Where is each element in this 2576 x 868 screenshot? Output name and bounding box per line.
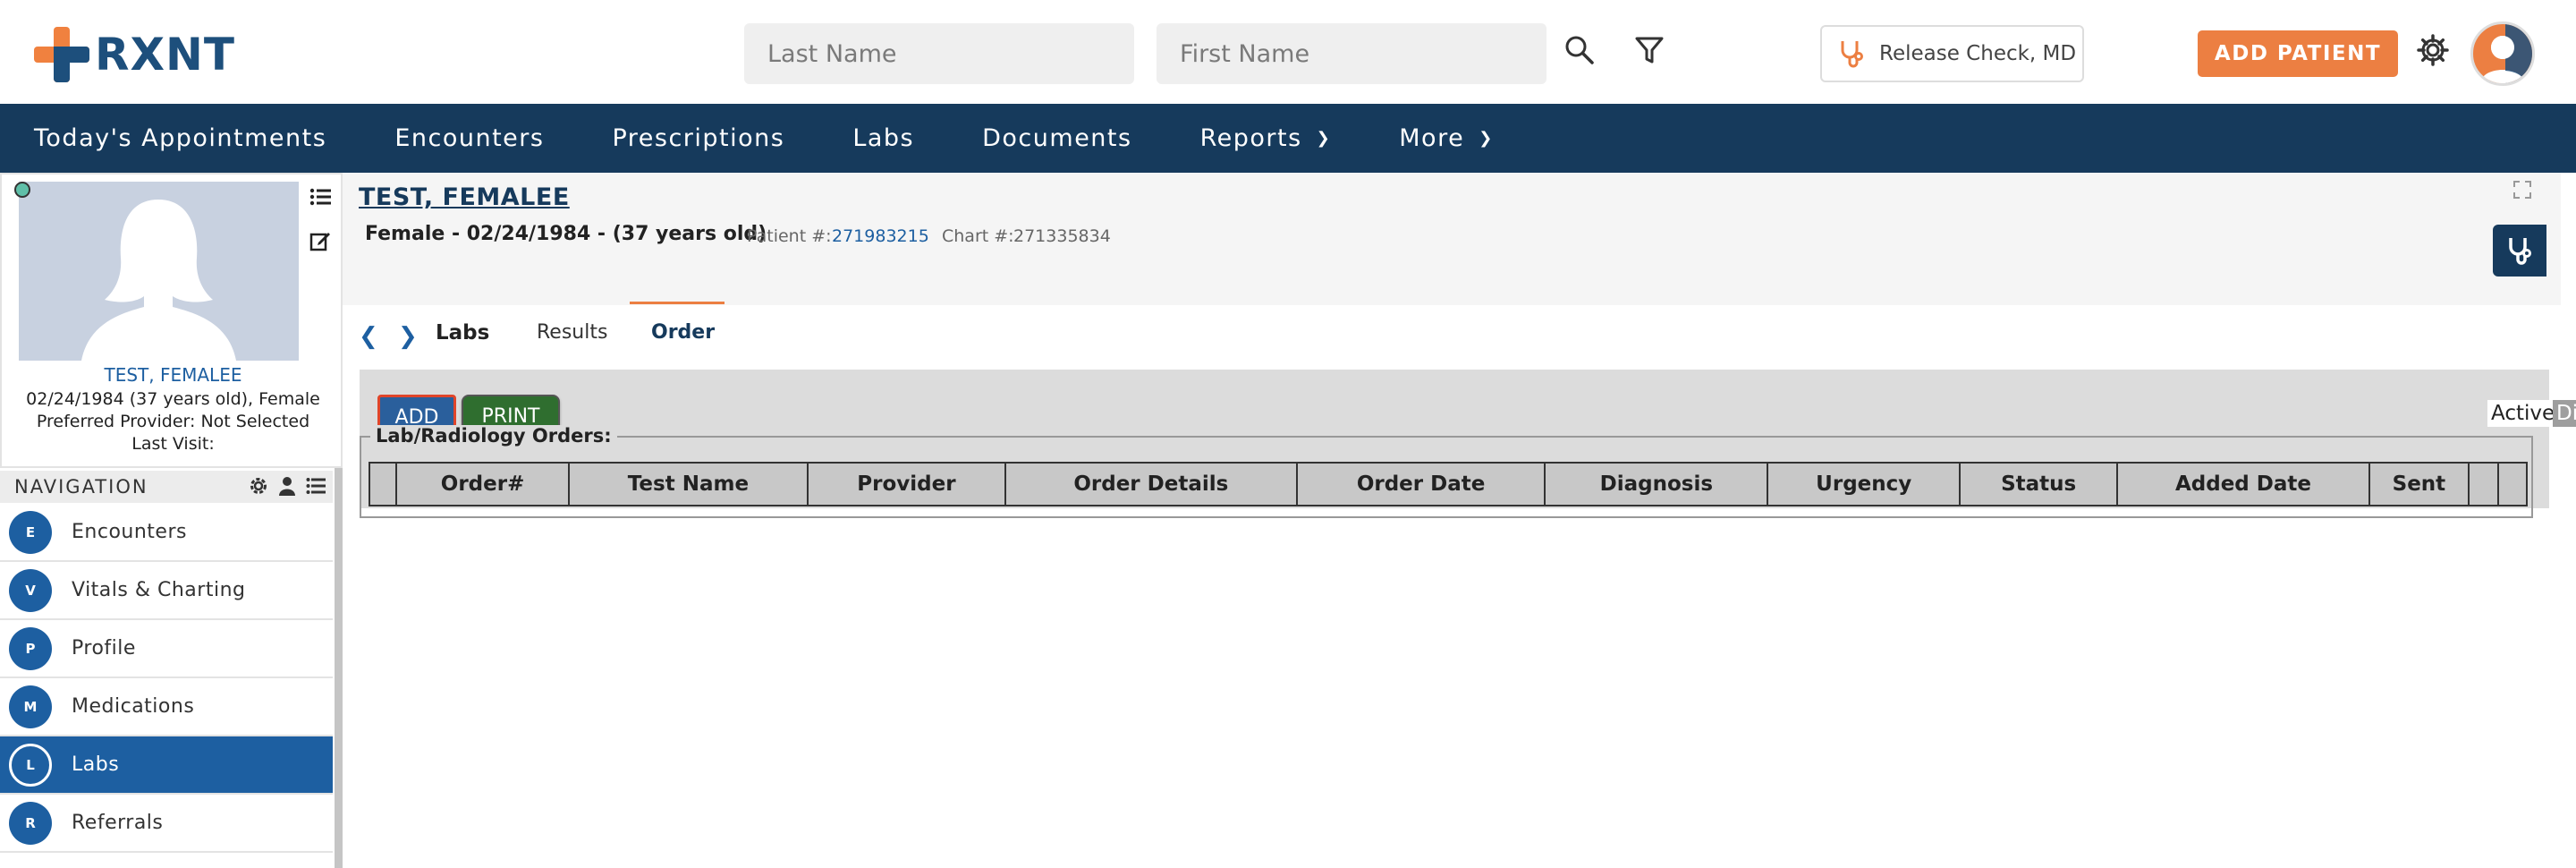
col-checkbox[interactable] — [368, 462, 398, 506]
last-name-input[interactable] — [744, 23, 1134, 84]
col-extra-1[interactable] — [2468, 462, 2499, 506]
side-nav-scrollbar[interactable] — [335, 468, 343, 868]
main-navbar: Today's Appointments Encounters Prescrip… — [0, 104, 2576, 173]
col-added-date[interactable]: Added Date — [2116, 462, 2370, 506]
side-nav-label: Referrals — [72, 812, 164, 834]
patient-number-link[interactable]: 271983215 — [832, 226, 929, 246]
patient-demographics: Female - 02/24/1984 - (37 years old) — [365, 223, 767, 245]
side-nav-labs[interactable]: L Labs — [0, 736, 333, 795]
orders-table-header: Order# Test Name Provider Order Details … — [368, 462, 2528, 506]
active-tab-underline — [630, 302, 724, 304]
patient-header: TEST, FEMALEE Female - 02/24/1984 - (37 … — [343, 173, 2561, 305]
user-avatar[interactable] — [2470, 21, 2535, 86]
main-content: TEST, FEMALEE Female - 02/24/1984 - (37 … — [343, 173, 2576, 868]
col-test-name[interactable]: Test Name — [567, 462, 809, 506]
chart-number-value: 271335834 — [1013, 226, 1111, 246]
col-order-details[interactable]: Order Details — [1004, 462, 1298, 506]
tabs-title: Labs — [436, 321, 490, 345]
side-nav-encounters[interactable]: E Encounters — [0, 504, 333, 562]
orders-table: Order# Test Name Provider Order Details … — [368, 462, 2528, 506]
side-nav-letter: V — [9, 568, 52, 612]
gear-icon[interactable] — [2417, 34, 2449, 66]
logo-text: RXNT — [95, 29, 236, 81]
patient-card-name[interactable]: TEST, FEMALEE — [2, 364, 344, 386]
patient-name-link[interactable]: TEST, FEMALEE — [359, 183, 570, 211]
side-nav-letter: R — [9, 801, 52, 845]
patient-card-last-visit: Last Visit: — [131, 434, 215, 454]
chevron-down-icon: ❯ — [1316, 129, 1332, 148]
nav-reports[interactable]: Reports ❯ — [1200, 124, 1332, 152]
list-icon[interactable] — [309, 187, 331, 207]
filter-active[interactable]: Active — [2487, 400, 2559, 427]
rxnt-logo-mark-icon — [34, 27, 89, 82]
side-nav-label: Medications — [72, 695, 195, 718]
nav-labs[interactable]: Labs — [852, 124, 914, 152]
side-nav-vitals-charting[interactable]: V Vitals & Charting — [0, 562, 333, 620]
add-patient-button[interactable]: ADD PATIENT — [2198, 30, 2398, 77]
side-nav-list: E Encounters V Vitals & Charting P Profi… — [0, 504, 333, 853]
lab-tabs: ❮ ❯ Labs Results Order — [343, 305, 2561, 363]
navigation-title: NAVIGATION — [14, 476, 148, 498]
col-order-date[interactable]: Order Date — [1295, 462, 1546, 506]
patient-status-dot — [14, 182, 30, 198]
col-extra-2[interactable] — [2496, 462, 2528, 506]
col-order-number[interactable]: Order# — [395, 462, 570, 506]
orders-legend: Lab/Radiology Orders: — [370, 425, 617, 447]
tab-results[interactable]: Results — [537, 321, 607, 344]
side-nav-letter: M — [9, 685, 52, 728]
patient-card-provider: Preferred Provider: Not Selected — [36, 412, 310, 431]
side-nav-label: Profile — [72, 637, 136, 660]
col-diagnosis[interactable]: Diagnosis — [1544, 462, 1769, 506]
filter-icon[interactable] — [1631, 32, 1667, 68]
nav-prescriptions[interactable]: Prescriptions — [612, 124, 784, 152]
nav-encounters[interactable]: Encounters — [394, 124, 544, 152]
expand-icon[interactable] — [2512, 180, 2532, 200]
patient-number-label: Patient #: — [747, 226, 832, 246]
side-nav-medications[interactable]: M Medications — [0, 678, 333, 736]
chevron-right-icon[interactable]: ❯ — [398, 323, 418, 350]
chevron-left-icon[interactable]: ❮ — [359, 323, 378, 350]
top-header: RXNT Release Check, MD ADD PATIENT — [0, 0, 2576, 104]
side-nav-letter: P — [9, 626, 52, 670]
side-nav-label: Labs — [72, 753, 120, 776]
col-status[interactable]: Status — [1959, 462, 2119, 506]
patient-photo — [19, 182, 299, 361]
side-nav-letter: L — [9, 743, 52, 787]
nav-todays-appointments[interactable]: Today's Appointments — [34, 124, 326, 152]
col-sent[interactable]: Sent — [2368, 462, 2470, 506]
side-nav-profile[interactable]: P Profile — [0, 620, 333, 678]
col-urgency[interactable]: Urgency — [1767, 462, 1962, 506]
first-name-input[interactable] — [1157, 23, 1546, 84]
nav-more[interactable]: More ❯ — [1399, 124, 1494, 152]
chart-number-label: Chart #: — [942, 226, 1014, 246]
female-silhouette-icon — [19, 182, 299, 361]
navigation-header: NAVIGATION — [0, 471, 333, 503]
orders-fieldset: Lab/Radiology Orders: Order# Test Name P… — [360, 425, 2533, 518]
filter-discontinued[interactable]: Discontinued — [2553, 400, 2576, 427]
stethoscope-icon — [2509, 238, 2531, 265]
left-panel: TEST, FEMALEE 02/24/1984 (37 years old),… — [0, 173, 343, 868]
col-provider[interactable]: Provider — [807, 462, 1006, 506]
person-icon[interactable] — [277, 476, 297, 496]
stethoscope-icon — [1841, 41, 1863, 68]
release-check-button[interactable]: Release Check, MD — [1820, 25, 2084, 82]
side-nav-label: Vitals & Charting — [72, 579, 246, 601]
user-avatar-icon — [2480, 24, 2532, 83]
release-check-label: Release Check, MD — [1879, 42, 2077, 65]
side-nav-referrals[interactable]: R Referrals — [0, 795, 333, 853]
stethoscope-button[interactable] — [2493, 225, 2546, 277]
chevron-down-icon: ❯ — [1479, 129, 1494, 148]
edit-icon[interactable] — [309, 230, 331, 251]
patient-card: TEST, FEMALEE 02/24/1984 (37 years old),… — [0, 173, 343, 468]
rxnt-logo[interactable]: RXNT — [34, 27, 235, 82]
side-nav-letter: E — [9, 510, 52, 554]
side-nav-label: Encounters — [72, 521, 187, 543]
search-icon[interactable] — [1562, 32, 1597, 68]
patient-card-dob: 02/24/1984 (37 years old), Female — [26, 389, 320, 409]
gear-icon[interactable] — [249, 476, 268, 496]
list-icon[interactable] — [306, 476, 326, 496]
nav-documents[interactable]: Documents — [982, 124, 1131, 152]
tab-order[interactable]: Order — [651, 321, 715, 344]
